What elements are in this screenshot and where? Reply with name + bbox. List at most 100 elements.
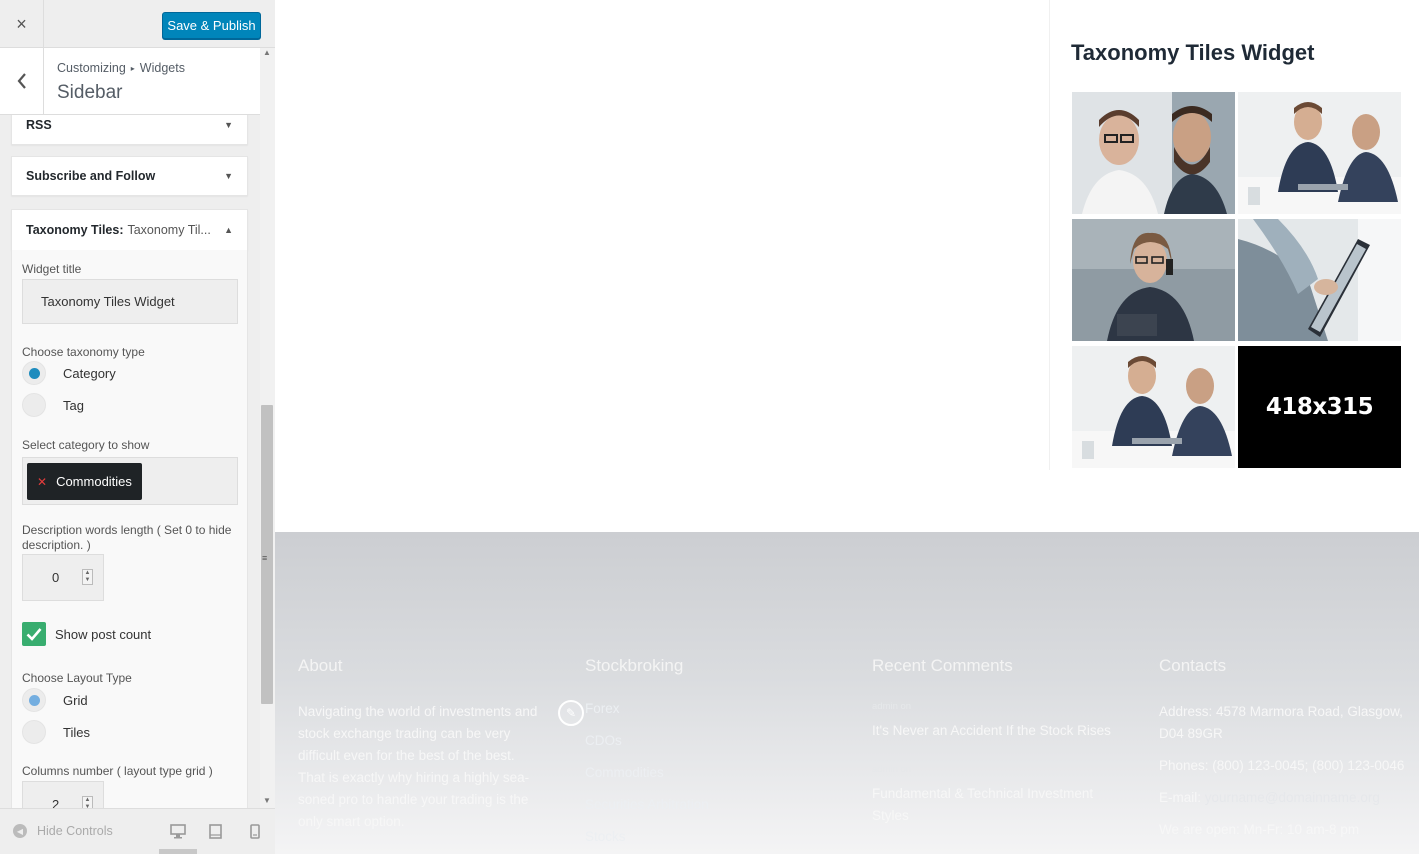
breadcrumb-root: Customizing [57, 61, 126, 75]
footer-heading: About [298, 656, 343, 675]
footer-link[interactable]: Securities Arbitration [585, 789, 835, 821]
scroll-down-icon[interactable]: ▼ [263, 796, 271, 805]
taxonomy-tile[interactable] [1072, 219, 1235, 341]
breadcrumb-separator-icon: ▸ [130, 64, 135, 73]
radio-tiles[interactable]: Tiles [22, 720, 90, 744]
radio-selected-dot [28, 367, 40, 379]
panel-scrollbar[interactable]: ▲ ≡ ▼ [260, 48, 275, 808]
radio-button[interactable] [22, 361, 46, 385]
comment-meta: admin on [872, 764, 912, 775]
footer-link[interactable]: Forex [585, 693, 835, 725]
businesswoman-phone-photo-icon [1072, 219, 1235, 341]
placeholder-label: 418x315 [1265, 394, 1374, 420]
back-button[interactable] [0, 48, 44, 114]
footer-heading: Stockbroking [585, 656, 684, 675]
taxonomy-tile[interactable] [1072, 92, 1235, 214]
radio-tag[interactable]: Tag [22, 393, 84, 417]
widget-title: Subscribe and Follow [26, 169, 156, 183]
columns-number-input[interactable]: 2 ▲ ▼ [22, 781, 104, 808]
number-spinner-icon[interactable]: ▲ ▼ [82, 796, 93, 808]
radio-button[interactable] [22, 393, 46, 417]
edit-shortcut-pencil-icon[interactable]: ✎ [558, 700, 584, 726]
active-device-indicator [159, 849, 197, 854]
widgets-list: RSS ▼ Subscribe and Follow ▼ Taxonomy Ti… [0, 115, 260, 808]
widget-title-label: Widget title [22, 262, 82, 276]
preview-widget-title: Taxonomy Tiles Widget [1071, 40, 1315, 65]
customizer-panel: × Save & Publish Customizing ▸ Widgets Sid… [0, 0, 275, 854]
tablet-preview-icon[interactable] [209, 824, 222, 839]
footer-about: About Navigating the world of investment… [298, 656, 543, 833]
category-select-label: Select category to show [22, 438, 150, 452]
radio-label: Tag [63, 397, 84, 413]
save-publish-button[interactable]: Save & Publish [162, 12, 261, 39]
category-tag[interactable]: ✕ Commodities [27, 463, 142, 500]
scrollbar-grip-icon: ≡ [262, 553, 268, 563]
taxonomy-tile[interactable] [1238, 92, 1401, 214]
breadcrumb: Customizing ▸ Widgets [57, 61, 185, 75]
radio-selected-dot [28, 694, 40, 706]
expand-arrow-icon: ▼ [224, 171, 233, 181]
tablet-hand-photo-icon [1238, 219, 1401, 341]
widget-title-input[interactable]: Taxonomy Tiles Widget [22, 279, 238, 324]
expand-arrow-icon: ▼ [224, 120, 233, 130]
number-value: 0 [52, 570, 60, 585]
widget-taxonomy-tiles[interactable]: Taxonomy Tiles: Taxonomy Til... ▲ [11, 209, 248, 251]
widget-title: Taxonomy Tiles: [26, 223, 124, 237]
number-spinner-icon[interactable]: ▲ ▼ [82, 569, 93, 585]
site-footer: About Navigating the world of investment… [275, 532, 1419, 854]
comment-post-link[interactable]: It's Never an Accident If the Stock Rise… [872, 720, 1122, 742]
category-tag-label: Commodities [56, 474, 132, 489]
close-icon: × [16, 13, 27, 34]
page-title: Sidebar [57, 82, 123, 103]
email-label: E-mail: [1159, 790, 1202, 805]
about-text: Navigating the world of investments and … [298, 704, 538, 829]
taxonomy-tiles-form: Widget title Taxonomy Tiles Widget Choos… [11, 250, 248, 808]
two-businessmen-photo-icon [1072, 92, 1235, 214]
widget-subscribe-follow[interactable]: Subscribe and Follow ▼ [11, 156, 248, 196]
collapse-icon: ◀ [13, 824, 27, 838]
hide-controls-button[interactable]: ◀ Hide Controls [13, 824, 113, 838]
placeholder-tile[interactable]: 418x315 [1238, 346, 1401, 468]
description-length-label: Description words length ( Set 0 to hide… [22, 523, 232, 552]
email-link[interactable]: yourname@domainname.org [1205, 790, 1380, 805]
businessmen-meeting-photo-icon [1072, 346, 1235, 468]
radio-grid[interactable]: Grid [22, 688, 88, 712]
radio-category[interactable]: Category [22, 361, 116, 385]
number-value: 2 [52, 797, 60, 808]
businessmen-meeting-photo-icon [1238, 92, 1401, 214]
comment-post-link[interactable]: Fundamental & Technical Investment Style… [872, 783, 1122, 827]
chevron-left-icon [17, 73, 26, 89]
taxonomy-tile[interactable] [1072, 346, 1235, 468]
breadcrumb-section: Widgets [139, 61, 185, 75]
taxonomy-type-label: Choose taxonomy type [22, 345, 145, 359]
radio-label: Tiles [63, 724, 90, 740]
widget-rss[interactable]: RSS ▼ [11, 115, 248, 145]
taxonomy-tile[interactable] [1238, 219, 1401, 341]
site-preview: Taxonomy Tiles Widget 418x315 About Navi… [275, 0, 1419, 854]
remove-tag-icon[interactable]: ✕ [37, 475, 47, 489]
contact-address: Address: 4578 Marmora Road, Glasgow, D04… [1159, 704, 1403, 741]
customizer-header: × Save & Publish [0, 0, 275, 48]
show-post-count-checkbox[interactable]: Show post count [22, 622, 151, 646]
scroll-up-icon[interactable]: ▲ [263, 48, 271, 57]
hide-controls-label: Hide Controls [37, 824, 113, 838]
description-length-input[interactable]: 0 ▲ ▼ [22, 554, 104, 601]
radio-button[interactable] [22, 720, 46, 744]
radio-label: Grid [63, 692, 88, 708]
footer-link[interactable]: CDOs [585, 725, 835, 757]
footer-contacts: Contacts Address: 4578 Marmora Road, Gla… [1159, 656, 1409, 841]
category-select[interactable]: ✕ Commodities [22, 457, 238, 505]
checkbox-checked-icon[interactable] [22, 622, 46, 646]
comment-meta: admin on [872, 701, 912, 712]
mobile-preview-icon[interactable] [250, 824, 260, 839]
contact-phones: Phones: (800) 123-0045; (800) 123-0046 [1159, 758, 1405, 773]
footer-recent-comments: Recent Comments admin on It's Never an A… [872, 656, 1122, 849]
footer-link[interactable]: Stocks [585, 821, 835, 853]
close-customizer-button[interactable]: × [0, 0, 44, 48]
collapse-arrow-icon: ▲ [224, 225, 233, 235]
footer-heading: Recent Comments [872, 656, 1013, 675]
desktop-preview-icon[interactable] [170, 824, 186, 839]
radio-button[interactable] [22, 688, 46, 712]
footer-link[interactable]: Commodities [585, 757, 835, 789]
widget-title: RSS [26, 118, 52, 132]
